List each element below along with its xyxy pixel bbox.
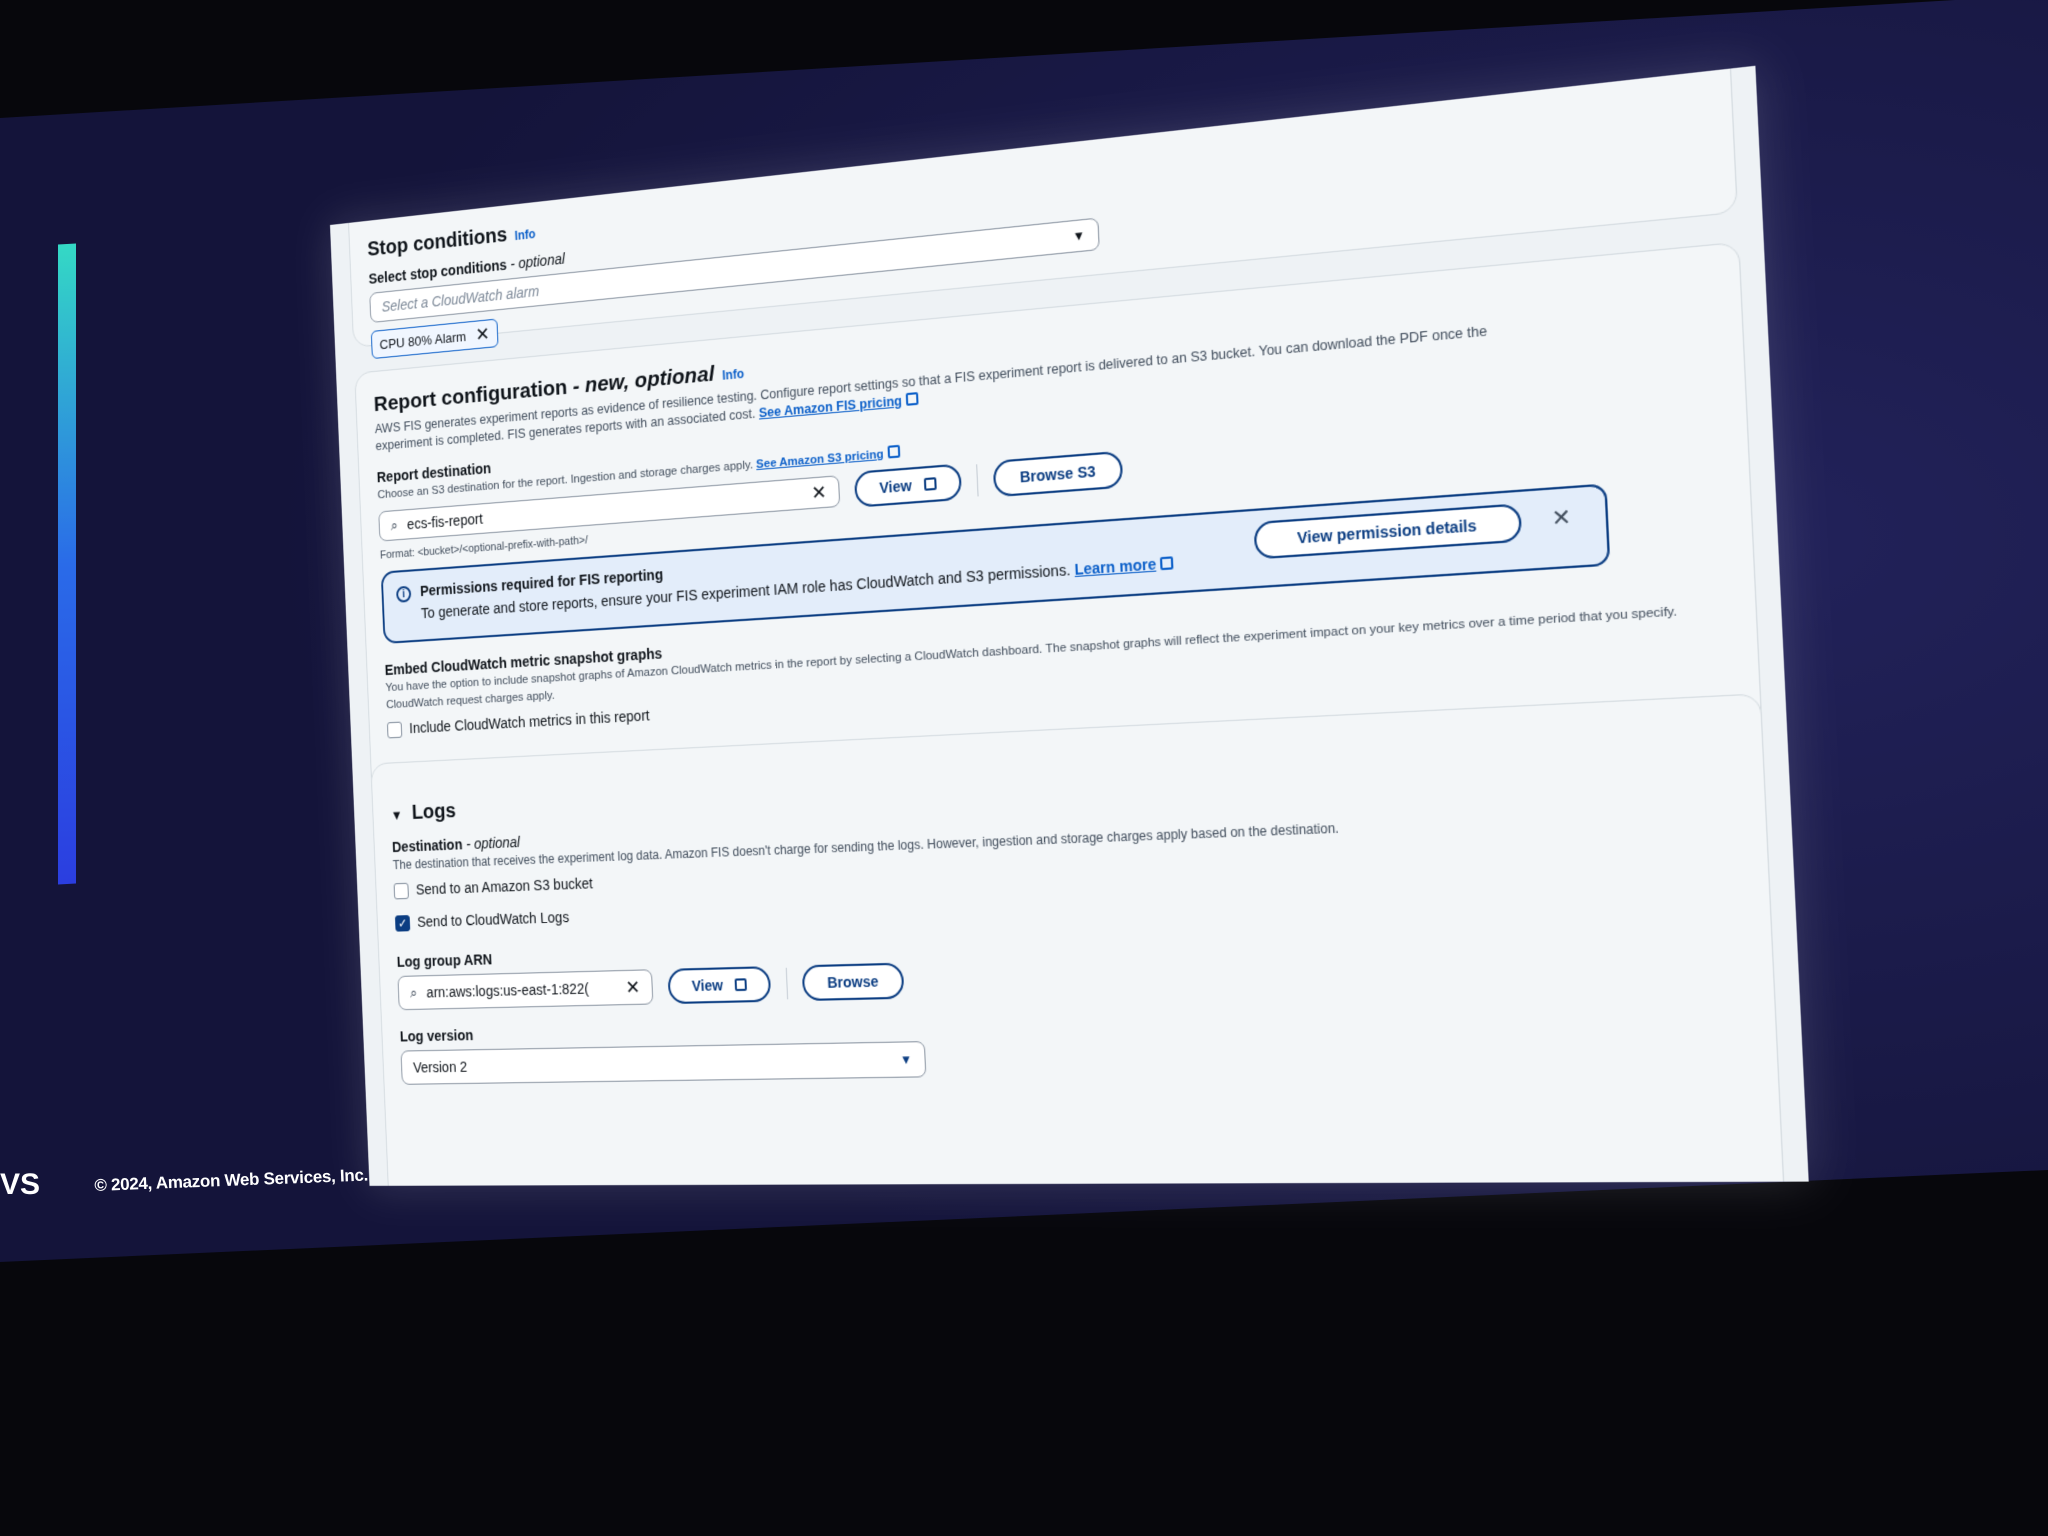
external-link-icon <box>887 444 901 459</box>
include-metrics-checkbox[interactable] <box>386 721 403 739</box>
logs-section-title[interactable]: ▼ Logs <box>390 800 456 826</box>
external-link-icon <box>734 978 747 992</box>
info-link[interactable]: Info <box>514 227 535 244</box>
search-icon: ⌕ <box>390 516 399 534</box>
log-group-arn-input[interactable]: ⌕ arn:aws:logs:us-east-1:822( ✕ <box>397 969 654 1011</box>
logs-card <box>370 693 1789 1186</box>
dismiss-alert-icon[interactable]: ✕ <box>1551 505 1572 531</box>
send-to-s3-checkbox[interactable] <box>393 882 409 900</box>
clear-icon[interactable]: ✕ <box>625 977 640 998</box>
external-link-icon <box>905 392 919 406</box>
browse-log-group-button[interactable]: Browse <box>801 962 905 1002</box>
close-icon[interactable]: ✕ <box>475 323 490 345</box>
send-to-cloudwatch-checkbox[interactable]: ✓ <box>394 915 411 932</box>
info-link[interactable]: Info <box>722 366 744 383</box>
log-version-label: Log version <box>399 1026 474 1045</box>
search-icon: ⌕ <box>409 984 418 1001</box>
clear-icon[interactable]: ✕ <box>811 481 827 503</box>
view-log-group-button[interactable]: View <box>667 966 772 1005</box>
chevron-down-icon: ▼ <box>1072 227 1086 245</box>
caret-down-icon: ▼ <box>390 807 403 823</box>
external-link-icon <box>1160 556 1174 571</box>
log-group-arn-label: Log group ARN <box>396 951 493 970</box>
external-link-icon <box>923 477 937 491</box>
fis-console-panel: Stop conditions Info Select stop conditio… <box>330 65 1809 1186</box>
chevron-down-icon: ▼ <box>899 1051 913 1068</box>
